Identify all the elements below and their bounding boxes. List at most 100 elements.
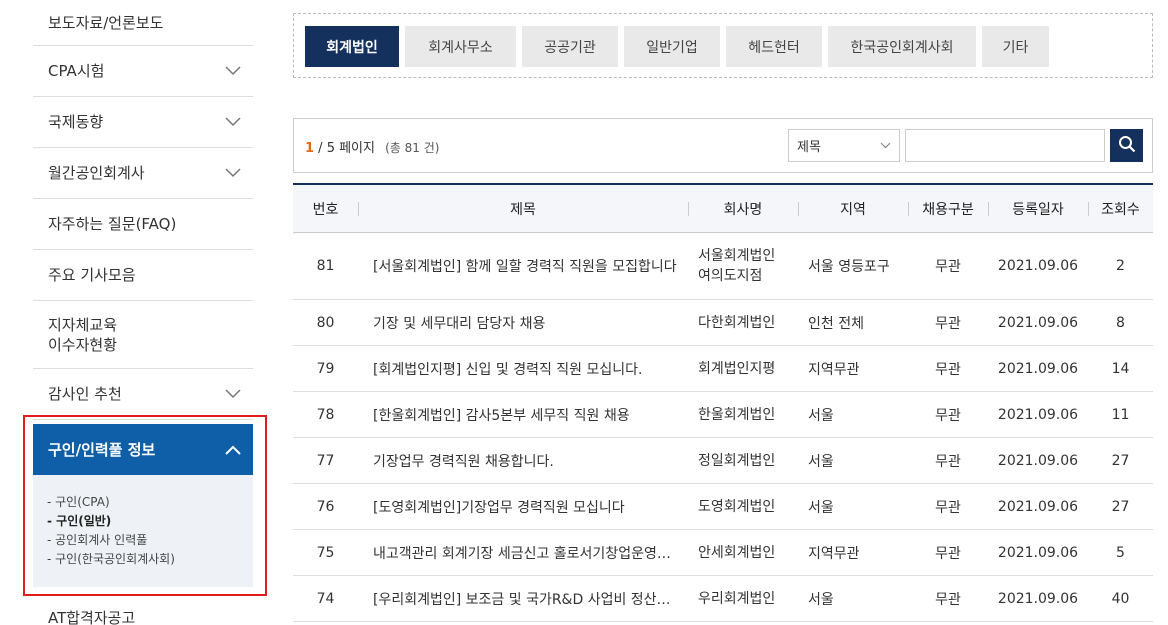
- total-count: (총 81 건): [385, 141, 440, 155]
- sidebar-item-international[interactable]: 국제동향: [33, 97, 253, 148]
- row-views: 27: [1111, 498, 1130, 515]
- sidebar-item-faq[interactable]: 자주하는 질문(FAQ): [33, 199, 253, 250]
- table-row[interactable]: 78 [한울회계법인] 감사5본부 세무직 직원 채용 한울회계법인 서울 무관 2021…: [293, 392, 1153, 438]
- row-number: 77: [316, 452, 335, 469]
- sidebar-item-label: 지자체교육 이수자현황: [48, 315, 118, 354]
- header-views: 조회수: [1088, 199, 1153, 219]
- row-date: 2021.09.06: [997, 590, 1079, 607]
- sidebar-item-label: 주요 기사모음: [48, 266, 136, 284]
- row-number: 76: [316, 498, 335, 515]
- row-views: 2: [1116, 258, 1125, 274]
- row-date: 2021.09.06: [997, 406, 1079, 423]
- row-type: 무관: [935, 591, 961, 608]
- category-tabs: 회계법인 회계사무소 공공기관 일반기업 헤드헌터 한국공인회계사회 기타: [293, 13, 1153, 78]
- row-region: 지역무관: [808, 361, 860, 378]
- row-region: 서울: [808, 591, 834, 608]
- tab-accounting-office[interactable]: 회계사무소: [405, 26, 516, 67]
- row-views: 5: [1116, 544, 1125, 561]
- row-company: 도영회계법인: [698, 498, 776, 515]
- sidebar-item-label: 월간공인회계사: [48, 164, 145, 182]
- table-row[interactable]: 80 기장 및 세무대리 담당자 채용 다한회계법인 인천 전체 무관 2021.09.0…: [293, 300, 1153, 346]
- row-views: 14: [1111, 360, 1130, 377]
- row-title-link[interactable]: 기장 및 세무대리 담당자 채용: [358, 313, 688, 333]
- row-region: 서울: [808, 407, 834, 424]
- search-button[interactable]: [1110, 129, 1143, 162]
- row-type: 무관: [935, 407, 961, 424]
- row-company: 우리회계법인: [698, 590, 776, 607]
- header-date: 등록일자: [988, 199, 1088, 219]
- tab-public-institution[interactable]: 공공기관: [522, 26, 618, 67]
- select-value: 제목: [797, 140, 821, 155]
- table-body: 81 [서울회계법인] 함께 일할 경력직 직원을 모집합니다 서울회계법인 여의도…: [293, 233, 1153, 622]
- header-number: 번호: [312, 201, 339, 218]
- sidebar-item-auditor[interactable]: 감사인 추천: [33, 369, 253, 420]
- sidebar-item-monthly[interactable]: 월간공인회계사: [33, 148, 253, 199]
- row-date: 2021.09.06: [997, 452, 1079, 469]
- tab-general-company[interactable]: 일반기업: [624, 26, 720, 67]
- row-title-link[interactable]: [회계법인지평] 신입 및 경력직 직원 모십니다.: [358, 359, 688, 379]
- row-title-link[interactable]: [도영회계법인]기장업무 경력직원 모십니다: [358, 497, 688, 517]
- row-title-link[interactable]: [서울회계법인] 함께 일할 경력직 직원을 모집합니다: [358, 256, 688, 276]
- row-region: 서울: [808, 453, 834, 470]
- row-views: 8: [1116, 314, 1125, 331]
- row-title-link[interactable]: 기장업무 경력직원 채용합니다.: [358, 451, 688, 471]
- row-region: 서울 영등포구: [808, 259, 890, 275]
- sidebar-item-cpa-exam[interactable]: CPA시험: [33, 46, 253, 97]
- row-number: 81: [316, 258, 335, 274]
- row-date: 2021.09.06: [997, 498, 1079, 515]
- row-type: 무관: [935, 453, 961, 470]
- row-region: 서울: [808, 499, 834, 516]
- table-header: 번호 제목 회사명 지역 채용구분 등록일자 조회수: [293, 185, 1153, 233]
- table-row[interactable]: 81 [서울회계법인] 함께 일할 경력직 직원을 모집합니다 서울회계법인 여의도…: [293, 233, 1153, 300]
- row-company: 정일회계법인: [698, 452, 776, 469]
- table-row[interactable]: 77 기장업무 경력직원 채용합니다. 정일회계법인 서울 무관 2021.09.06 27: [293, 438, 1153, 484]
- tab-other[interactable]: 기타: [982, 26, 1049, 67]
- job-listing-table: 번호 제목 회사명 지역 채용구분 등록일자 조회수 81 [서울회계법인] 함께…: [293, 183, 1153, 622]
- row-type: 무관: [935, 315, 961, 332]
- header-type: 채용구분: [908, 199, 988, 219]
- tab-kicpa[interactable]: 한국공인회계사회: [828, 26, 976, 67]
- search-field-select[interactable]: 제목: [788, 129, 900, 162]
- tab-accounting-firm[interactable]: 회계법인: [305, 26, 399, 67]
- chevron-down-icon: [225, 168, 241, 178]
- tab-headhunter[interactable]: 헤드헌터: [726, 26, 822, 67]
- current-page: 1: [305, 141, 315, 156]
- header-company: 회사명: [688, 199, 798, 219]
- table-row[interactable]: 74 [우리회계법인] 보조금 및 국가R&D 사업비 정산… 우리회계법인 서울 무관…: [293, 576, 1153, 622]
- sidebar: 보도자료/언론보도 CPA시험 국제동향 월간공인회계사 자주하는 질문(FAQ…: [33, 0, 253, 420]
- table-row[interactable]: 79 [회계법인지평] 신입 및 경력직 직원 모십니다. 회계법인지평 지역무관 무관…: [293, 346, 1153, 392]
- sidebar-item-articles[interactable]: 주요 기사모음: [33, 250, 253, 301]
- search-input[interactable]: [905, 129, 1105, 162]
- row-date: 2021.09.06: [997, 258, 1079, 274]
- page-info: 1 / 5 페이지 (총 81 건): [305, 137, 439, 156]
- table-row[interactable]: 75 내고객관리 회계기장 세금신고 홀로서기창업운영… 안세회계법인 지역무관 무관 2…: [293, 530, 1153, 576]
- row-type: 무관: [935, 361, 961, 378]
- row-company: 안세회계법인: [698, 544, 776, 561]
- header-region: 지역: [798, 199, 908, 219]
- row-region: 인천 전체: [808, 315, 864, 332]
- row-views: 27: [1111, 452, 1130, 469]
- row-date: 2021.09.06: [997, 360, 1079, 377]
- row-type: 무관: [935, 499, 961, 516]
- header-title: 제목: [358, 199, 688, 219]
- chevron-down-icon: [880, 138, 891, 153]
- search-icon: [1118, 135, 1136, 157]
- row-title-link[interactable]: [우리회계법인] 보조금 및 국가R&D 사업비 정산…: [358, 589, 688, 609]
- row-company: 한울회계법인: [698, 406, 776, 423]
- row-number: 78: [316, 406, 335, 423]
- chevron-down-icon: [225, 117, 241, 127]
- sidebar-item-label: CPA시험: [48, 62, 105, 80]
- sidebar-item-press[interactable]: 보도자료/언론보도: [33, 0, 253, 46]
- row-views: 11: [1111, 406, 1130, 423]
- row-number: 74: [316, 590, 335, 607]
- search-bar: 1 / 5 페이지 (총 81 건) 제목: [293, 118, 1153, 173]
- row-region: 지역무관: [808, 545, 860, 562]
- highlight-box: [23, 415, 267, 596]
- row-title-link[interactable]: 내고객관리 회계기장 세금신고 홀로서기창업운영…: [358, 543, 688, 563]
- chevron-down-icon: [225, 389, 241, 399]
- table-row[interactable]: 76 [도영회계법인]기장업무 경력직원 모십니다 도영회계법인 서울 무관 2021.0…: [293, 484, 1153, 530]
- row-type: 무관: [935, 545, 961, 562]
- sidebar-item-at-pass[interactable]: AT합격자공고: [48, 607, 135, 625]
- sidebar-item-local-edu[interactable]: 지자체교육 이수자현황: [33, 301, 253, 369]
- row-title-link[interactable]: [한울회계법인] 감사5본부 세무직 직원 채용: [358, 405, 688, 425]
